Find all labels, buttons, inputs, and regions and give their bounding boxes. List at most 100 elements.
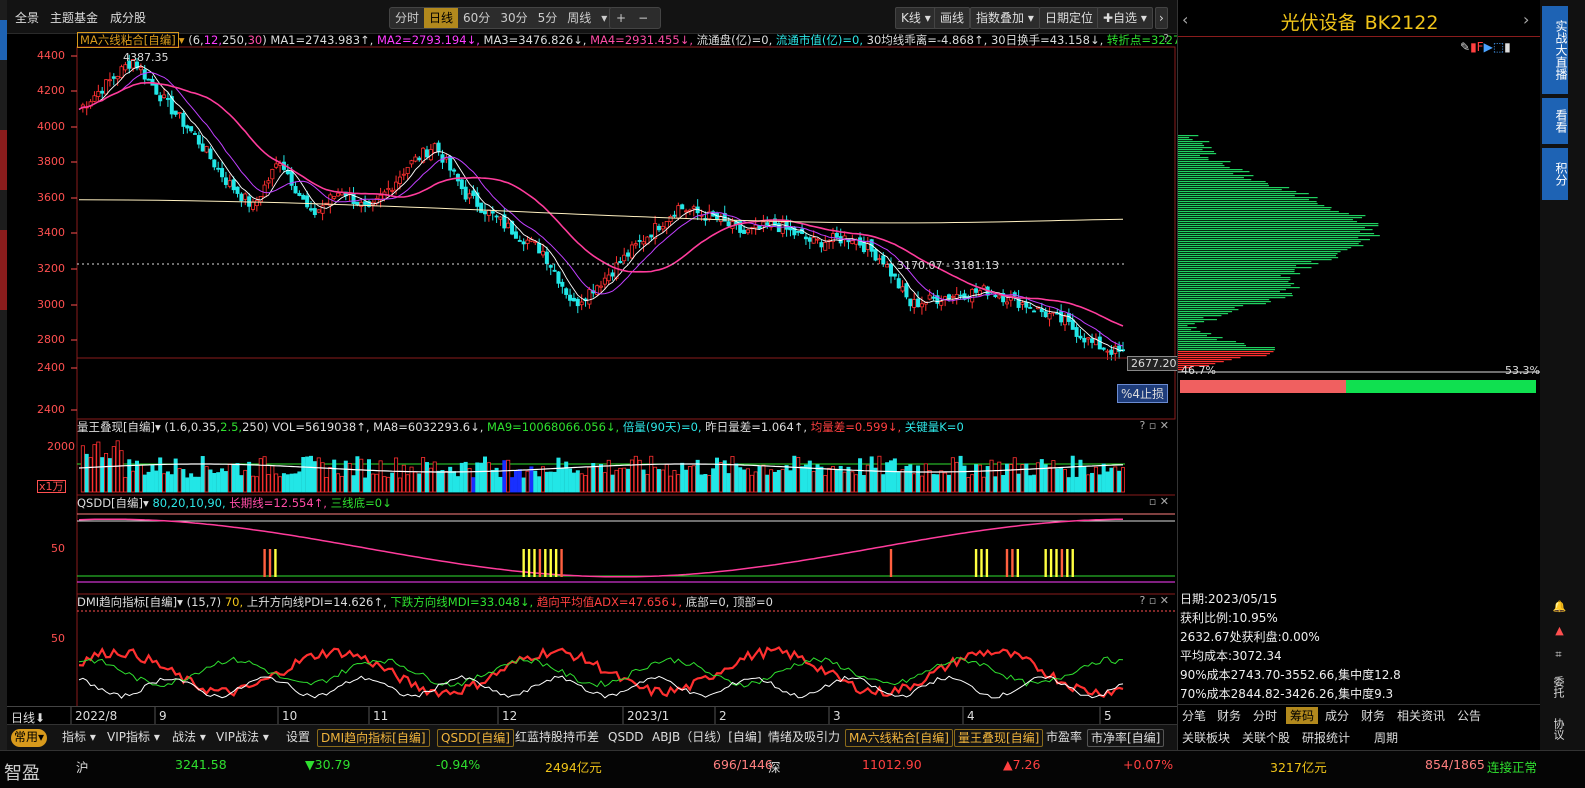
indicator-menu[interactable]: 指标 ▾ <box>59 729 99 747</box>
candle-body <box>154 83 159 95</box>
vol-indicator-name[interactable]: 量王叠现[自编] <box>77 420 155 434</box>
points-button[interactable]: 积分 <box>1542 148 1568 200</box>
tab-news[interactable]: 相关资讯 <box>1397 707 1445 724</box>
profit-bar-red <box>1180 380 1346 393</box>
qsdd-window-controls[interactable]: ▫ ✕ <box>1149 495 1169 508</box>
indicator-vol-king[interactable]: 量王叠现[自编] <box>954 729 1044 747</box>
left-tab-3[interactable] <box>0 230 7 310</box>
tab-finance-2[interactable]: 财务 <box>1361 707 1385 724</box>
tab-research[interactable]: 研报统计 <box>1302 729 1350 746</box>
volume-bar <box>482 456 487 493</box>
volume-bar <box>88 457 93 493</box>
chip-bar <box>1178 277 1291 279</box>
chip-bar <box>1178 159 1209 161</box>
tactic-menu[interactable]: 战法 ▾ <box>169 729 209 747</box>
settings-button[interactable]: 设置 <box>283 729 313 747</box>
indicator-abjb[interactable]: ABJB（日线）[自编] <box>649 729 765 747</box>
range-price-mark: 3170.07 - 3181.13 <box>897 259 999 272</box>
chip-bar <box>1178 211 1339 213</box>
entrust-button[interactable]: 委托 <box>1544 676 1566 698</box>
period-60m[interactable]: 60分 <box>458 8 495 28</box>
price-axis-tick: 4000 <box>37 120 65 133</box>
period-30m[interactable]: 30分 <box>495 8 532 28</box>
vol-window-controls[interactable]: ? ▫ ✕ <box>1139 419 1169 432</box>
indicator-dmi[interactable]: DMI趋向指标[自编] <box>317 729 430 747</box>
crop-icon[interactable]: ⌗ <box>1544 650 1566 661</box>
period-minute[interactable]: 分时 <box>390 8 424 28</box>
chip-date: 日期:2023/05/15 <box>1180 592 1278 606</box>
tab-related-sectors[interactable]: 关联板块 <box>1182 729 1230 746</box>
indicator-red-blue[interactable]: 红蓝持股持币差 <box>512 729 602 747</box>
kline-button[interactable]: K线 ▾ <box>895 7 937 29</box>
dmi-name[interactable]: DMI趋向指标[自编] <box>77 595 177 609</box>
volume-bar <box>850 471 855 493</box>
tab-related-stocks[interactable]: 关联个股 <box>1242 729 1290 746</box>
chevron-down-icon[interactable]: ▾ <box>155 420 161 434</box>
main-indicator-name[interactable]: MA六线粘合[自编] <box>77 32 179 48</box>
tab-announcement[interactable]: 公告 <box>1457 707 1481 724</box>
indicator-qsdd[interactable]: QSDD <box>605 729 647 747</box>
chevron-down-icon[interactable]: ▾ <box>177 595 183 609</box>
date-locate-button[interactable]: 日期定位 <box>1039 7 1100 29</box>
draw-line-button[interactable]: 画线 <box>934 7 971 29</box>
dmi-window-controls[interactable]: ? ▫ ✕ <box>1139 594 1169 607</box>
chevron-down-icon[interactable]: ▾ <box>143 496 149 510</box>
vip-indicator-menu[interactable]: VIP指标 ▾ <box>104 729 163 747</box>
zoom-in-button[interactable]: + <box>610 8 632 28</box>
volume-bar <box>765 474 770 493</box>
qsdd-signal-bar <box>538 549 542 577</box>
tab-chips[interactable]: 筹码 <box>1286 707 1319 724</box>
common-tab[interactable]: 常用▾ <box>11 729 48 747</box>
tab-timeshare[interactable]: 分时 <box>1253 707 1277 724</box>
chevron-down-icon[interactable]: ▾ <box>179 33 185 47</box>
link-constituents[interactable]: 成分股 <box>110 9 146 26</box>
stop-loss-tag[interactable]: %4止损 <box>1117 384 1169 403</box>
watch-button[interactable]: 看看 <box>1542 98 1568 144</box>
tab-constituents[interactable]: 成分 <box>1325 707 1349 724</box>
volume-bar <box>1005 463 1010 493</box>
price-axis-tick: 2400 <box>37 403 65 416</box>
sh-label: 沪 <box>76 760 89 775</box>
indicator-qsdd-custom[interactable]: QSDD[自编] <box>437 729 514 747</box>
indicator-pe[interactable]: 市盈率 <box>1043 729 1085 747</box>
index-overlay-button[interactable]: 指数叠加 ▾ <box>970 7 1040 29</box>
left-tab-1[interactable] <box>0 20 7 60</box>
tab-trades[interactable]: 分笔 <box>1182 707 1206 724</box>
tab-finance[interactable]: 财务 <box>1217 707 1241 724</box>
ma12-line <box>78 71 1124 347</box>
chip-distribution-chart[interactable] <box>1178 50 1541 470</box>
link-theme-fund[interactable]: 主题基金 <box>50 9 98 26</box>
chip-bar <box>1178 311 1233 313</box>
protocol-button[interactable]: 协议 <box>1544 718 1566 740</box>
period-daily[interactable]: 日线 <box>424 8 459 28</box>
chevron-right-icon[interactable]: › <box>1523 10 1529 29</box>
link-overview[interactable]: 全景 <box>15 9 39 26</box>
qsdd-name[interactable]: QSDD[自编] <box>77 496 143 510</box>
indicator-emotion[interactable]: 情绪及吸引力 <box>765 729 843 747</box>
add-favorite-button[interactable]: ✚自选 ▾ <box>1097 7 1153 29</box>
vip-tactic-menu[interactable]: VIP战法 ▾ <box>213 729 272 747</box>
candle-body <box>266 180 271 184</box>
volume-bar <box>409 466 414 493</box>
collapse-panel-button[interactable]: › <box>1155 7 1168 29</box>
zoom-out-button[interactable]: − <box>632 8 654 28</box>
chip-bar <box>1178 361 1224 363</box>
tab-cycle[interactable]: 周期 <box>1374 729 1398 746</box>
period-weekly[interactable]: 周线 <box>562 8 596 28</box>
left-tab-2[interactable] <box>0 130 7 190</box>
candle-body <box>993 294 998 297</box>
hat-icon[interactable]: ▲ <box>1544 624 1566 637</box>
main-help-icon[interactable]: ? <box>1163 32 1169 45</box>
live-broadcast-button[interactable]: 实战大直播 <box>1542 6 1568 94</box>
period-5m[interactable]: 5分 <box>533 8 563 28</box>
bell-icon[interactable]: 🔔 <box>1544 600 1566 613</box>
chart-area[interactable]: MA六线粘合[自编] ▾ (6,12,250,30) MA1=2743.983↑,… <box>7 32 1206 725</box>
indicator-pb[interactable]: 市净率[自编] <box>1087 729 1165 747</box>
candle-body <box>459 179 464 190</box>
top-toolbar: 全景 主题基金 成分股 分时 日线 60分 30分 5分 周线 ▾ + − K线 ▾ 画线 指… <box>7 0 1177 34</box>
price-axis-tick: 3400 <box>37 226 65 239</box>
chart-canvas[interactable] <box>7 34 1177 724</box>
indicator-ma-six[interactable]: MA六线粘合[自编] <box>845 729 953 747</box>
candle-body <box>1109 349 1114 355</box>
vol-param-1: 1.6,0.35, <box>168 420 221 434</box>
